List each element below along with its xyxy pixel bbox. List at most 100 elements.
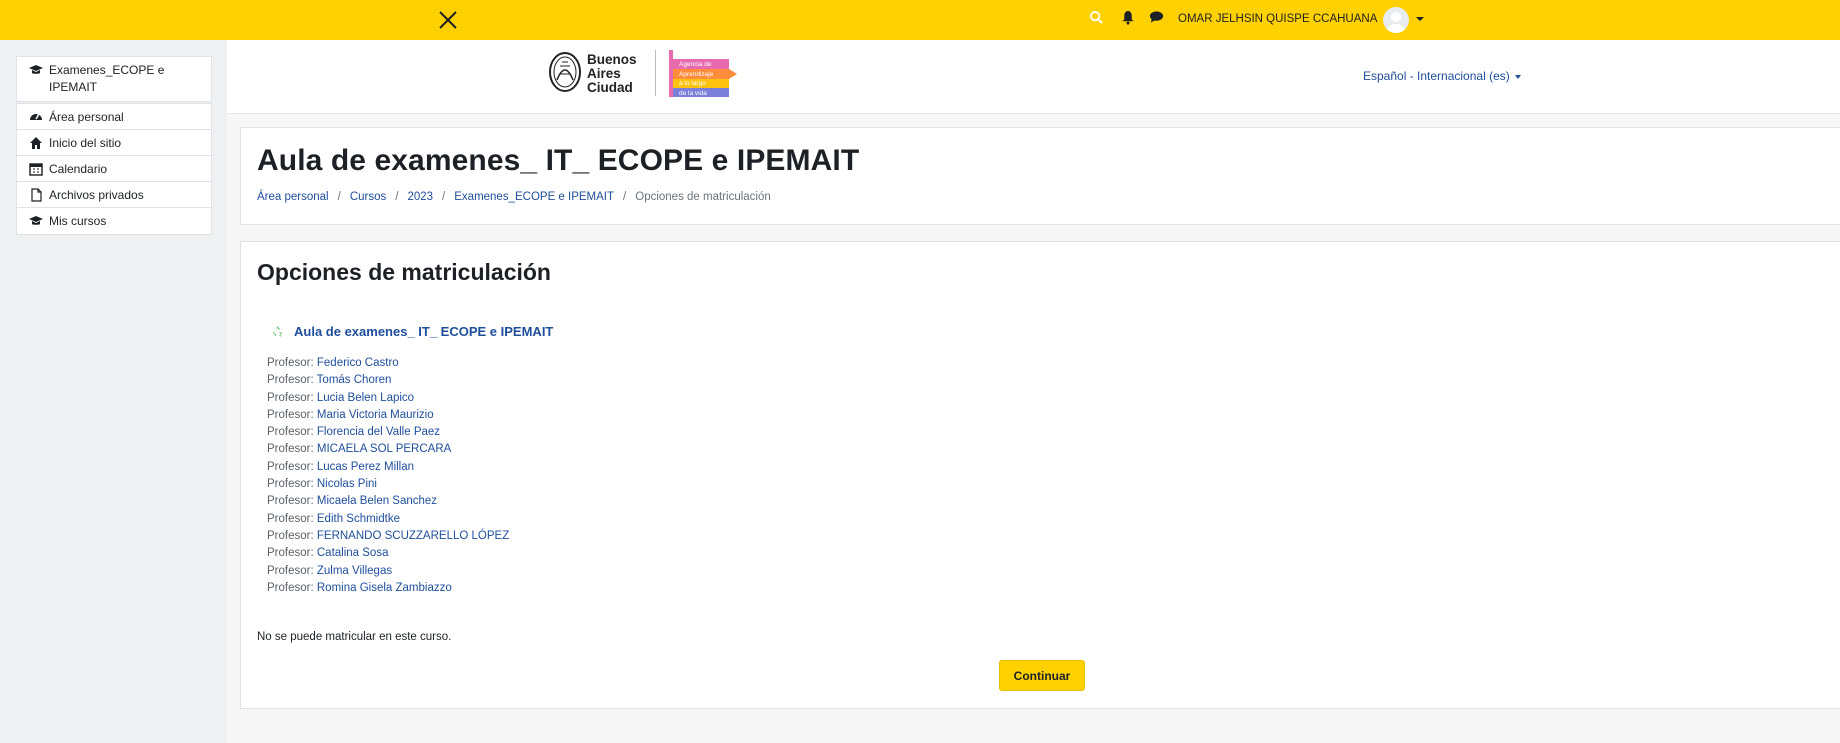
sidebar-item-label: Examenes_ECOPE e IPEMAIT — [49, 63, 165, 94]
teacher-link[interactable]: Lucas Perez Millan — [317, 461, 414, 473]
teacher-label: Profesor: — [267, 547, 314, 560]
sidebar-item-label: Archivos privados — [49, 188, 144, 202]
teacher-link[interactable]: FERNANDO SCUZZARELLO LÓPEZ — [317, 530, 509, 542]
continue-button[interactable]: Continuar — [999, 660, 1085, 691]
breadcrumb-link-year[interactable]: 2023 — [407, 191, 433, 203]
teacher-label: Profesor: — [267, 443, 314, 456]
language-selector[interactable]: Español - Internacional (es) — [1363, 69, 1521, 83]
course-link[interactable]: Aula de examenes_ IT_ ECOPE e IPEMAIT — [294, 324, 553, 339]
logo-text-line: Buenos — [587, 52, 637, 67]
teacher-link[interactable]: Zulma Villegas — [317, 565, 392, 577]
sidebar-course-block: Examenes_ECOPE e IPEMAIT — [16, 56, 212, 102]
sidebar-item-label: Inicio del sitio — [49, 136, 122, 150]
teacher-row: Profesor: Federico Castro — [267, 355, 509, 372]
breadcrumb-link-course[interactable]: Examenes_ECOPE e IPEMAIT — [454, 191, 614, 203]
teacher-row: Profesor: Nicolas Pini — [267, 476, 509, 493]
teacher-label: Profesor: — [267, 512, 314, 525]
teacher-row: Profesor: Lucia Belen Lapico — [267, 390, 509, 407]
logo-divider — [655, 50, 656, 96]
teacher-link[interactable]: Catalina Sosa — [317, 547, 389, 559]
teacher-label: Profesor: — [267, 408, 314, 421]
breadcrumb-link-courses[interactable]: Cursos — [350, 191, 386, 203]
sidebar-item-label: Mis cursos — [49, 214, 107, 228]
teacher-link[interactable]: Romina Gisela Zambiazzo — [317, 582, 452, 594]
breadcrumb: Área personal / Cursos / 2023 / Examenes_ECOPE… — [257, 191, 771, 203]
sidebar-item-my-courses[interactable]: Mis cursos — [17, 208, 211, 234]
logo-text-line: Ciudad — [587, 80, 633, 95]
city-seal-logo — [548, 50, 582, 97]
avatar[interactable] — [1383, 7, 1409, 33]
teacher-label: Profesor: — [267, 529, 314, 542]
agency-text-line: de la vida — [679, 90, 707, 97]
agency-text-line: Aprendizaje — [679, 71, 714, 78]
agency-text-line: Agencia de — [679, 61, 712, 68]
city-logo-text: Buenos Aires Ciudad — [587, 53, 637, 95]
search-icon[interactable] — [1089, 10, 1105, 26]
sidebar-item-label: Calendario — [49, 162, 108, 176]
enrol-message: No se puede matricular en este curso. — [257, 631, 452, 643]
teacher-label: Profesor: — [267, 374, 314, 387]
sidebar-item-dashboard[interactable]: Área personal — [17, 104, 211, 130]
teacher-label: Profesor: — [267, 391, 314, 404]
teacher-link[interactable]: Micaela Belen Sanchez — [317, 495, 437, 507]
teacher-label: Profesor: — [267, 495, 314, 508]
teacher-row: Profesor: Florencia del Valle Paez — [267, 424, 509, 441]
teacher-row: Profesor: FERNANDO SCUZZARELLO LÓPEZ — [267, 528, 509, 545]
chat-icon[interactable] — [1149, 10, 1165, 26]
sidebar-item-private-files[interactable]: Archivos privados — [17, 182, 211, 208]
teacher-link[interactable]: Maria Victoria Maurizio — [317, 409, 434, 421]
sidebar-item-label: Área personal — [49, 110, 124, 124]
sidebar-item-home[interactable]: Inicio del sitio — [17, 130, 211, 156]
chevron-down-icon — [1514, 74, 1521, 79]
breadcrumb-separator: / — [337, 191, 341, 203]
teacher-row: Profesor: Romina Gisela Zambiazzo — [267, 580, 509, 597]
teacher-label: Profesor: — [267, 581, 314, 594]
teacher-label: Profesor: — [267, 460, 314, 473]
user-menu-caret-icon[interactable] — [1416, 17, 1424, 21]
teacher-label: Profesor: — [267, 426, 314, 439]
teacher-row: Profesor: Catalina Sosa — [267, 545, 509, 562]
close-icon[interactable] — [436, 8, 460, 32]
bell-icon[interactable] — [1121, 10, 1137, 26]
teacher-link[interactable]: Federico Castro — [317, 357, 399, 369]
file-icon — [29, 188, 43, 202]
teacher-row: Profesor: Zulma Villegas — [267, 563, 509, 580]
user-name[interactable]: OMAR JELHSIN QUISPE CCAHUANA — [1178, 13, 1377, 25]
teacher-row: Profesor: MICAELA SOL PERCARA — [267, 441, 509, 458]
teacher-link[interactable]: Edith Schmidtke — [317, 513, 400, 525]
site-header — [227, 40, 1840, 114]
breadcrumb-link-dashboard[interactable]: Área personal — [257, 191, 329, 203]
top-navbar: OMAR JELHSIN QUISPE CCAHUANA — [0, 0, 1840, 40]
page-title: Aula de examenes_ IT_ ECOPE e IPEMAIT — [257, 144, 860, 177]
breadcrumb-current: Opciones de matriculación — [635, 191, 771, 203]
teacher-row: Profesor: Lucas Perez Millan — [267, 459, 509, 476]
sidebar-item-course[interactable]: Examenes_ECOPE e IPEMAIT — [17, 57, 211, 101]
graduation-cap-icon — [29, 63, 43, 77]
logo-text-line: Aires — [587, 66, 621, 81]
teacher-row: Profesor: Micaela Belen Sanchez — [267, 493, 509, 510]
teacher-link[interactable]: Florencia del Valle Paez — [317, 426, 440, 438]
course-recycle-icon — [270, 324, 285, 339]
teacher-link[interactable]: Nicolas Pini — [317, 478, 377, 490]
agency-logo: Agencia de Aprendizaje a lo largo de la … — [665, 48, 741, 103]
language-label: Español - Internacional (es) — [1363, 69, 1510, 83]
teacher-list: Profesor: Federico Castro Profesor: Tomá… — [267, 355, 509, 597]
sidebar-item-calendar[interactable]: Calendario — [17, 156, 211, 182]
teacher-link[interactable]: MICAELA SOL PERCARA — [317, 443, 451, 455]
breadcrumb-separator: / — [395, 191, 399, 203]
agency-text-line: a lo largo — [679, 80, 706, 87]
teacher-row: Profesor: Edith Schmidtke — [267, 511, 509, 528]
section-heading: Opciones de matriculación — [257, 259, 551, 285]
teacher-link[interactable]: Tomás Choren — [317, 374, 392, 386]
sidebar-nav-block: Área personal Inicio del sitio Calendari… — [16, 103, 212, 235]
teacher-label: Profesor: — [267, 564, 314, 577]
breadcrumb-separator: / — [623, 191, 627, 203]
teacher-row: Profesor: Maria Victoria Maurizio — [267, 407, 509, 424]
dashboard-icon — [29, 110, 43, 124]
teacher-label: Profesor: — [267, 478, 314, 491]
calendar-icon — [29, 162, 43, 176]
graduation-cap-icon — [29, 214, 43, 228]
teacher-link[interactable]: Lucia Belen Lapico — [317, 392, 414, 404]
home-icon — [29, 136, 43, 150]
breadcrumb-separator: / — [442, 191, 446, 203]
